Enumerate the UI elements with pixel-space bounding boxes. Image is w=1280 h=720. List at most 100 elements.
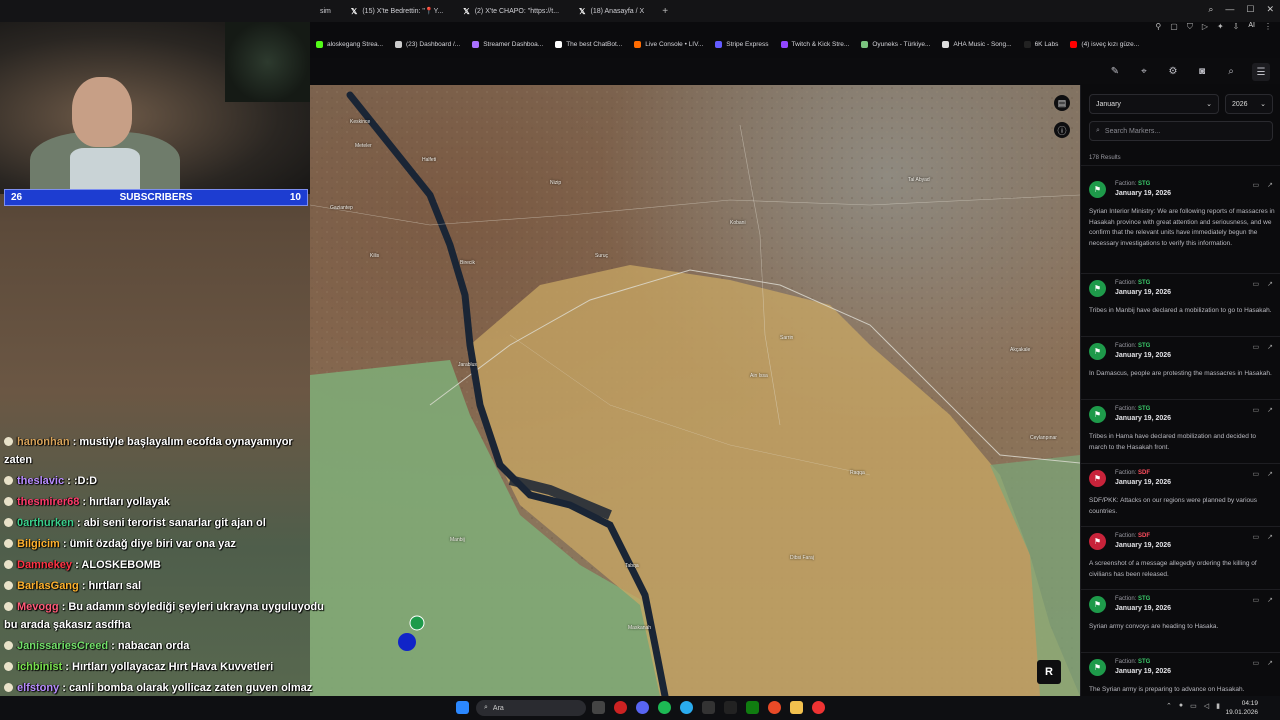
item-actions: ▭ ↗ bbox=[1253, 280, 1274, 288]
extension-icon[interactable]: ✦ bbox=[1217, 22, 1224, 32]
browser-tab[interactable]: sim bbox=[310, 0, 341, 22]
info-icon[interactable]: ⓘ bbox=[1054, 122, 1070, 138]
clock[interactable]: 04:19 19.01.2026 bbox=[1225, 699, 1258, 717]
volume-icon[interactable]: ◁ bbox=[1204, 702, 1209, 710]
year-select[interactable]: 2026 ⌄ bbox=[1225, 94, 1273, 114]
settings-icon[interactable]: ⚙ bbox=[1165, 63, 1181, 79]
marker-list-item[interactable]: ⚑ Faction: STG January 19, 2026 ▭ ↗ In Damasc… bbox=[1081, 337, 1280, 400]
app-icon[interactable] bbox=[702, 701, 715, 714]
download-icon[interactable]: ⇩ bbox=[1233, 22, 1240, 32]
xbox-icon[interactable] bbox=[746, 701, 759, 714]
month-select[interactable]: January ⌄ bbox=[1089, 94, 1219, 114]
map-place-label: Jarablus bbox=[458, 362, 477, 368]
recording-icon[interactable] bbox=[812, 701, 825, 714]
marker-date: January 19, 2026 bbox=[1115, 190, 1172, 197]
bookmark-item[interactable]: (23) Dashboard /... bbox=[395, 40, 460, 48]
bookmark-item[interactable]: Twitch & Kick Stre... bbox=[780, 40, 849, 48]
map-marker-selected[interactable] bbox=[398, 633, 416, 651]
minimize-icon[interactable]: — bbox=[1225, 4, 1234, 15]
external-link-icon[interactable]: ↗ bbox=[1267, 343, 1273, 351]
video-icon[interactable]: ▭ bbox=[1253, 470, 1260, 478]
search-icon[interactable]: ⌕ bbox=[1208, 4, 1213, 15]
windows-start-icon[interactable] bbox=[456, 701, 469, 714]
reset-map-button[interactable]: R bbox=[1037, 660, 1061, 684]
marker-list-item[interactable]: ⚑ Faction: STG January 19, 2026 ▭ ↗ Tribes in… bbox=[1081, 274, 1280, 337]
external-link-icon[interactable]: ↗ bbox=[1267, 596, 1273, 604]
video-icon[interactable]: ▭ bbox=[1253, 533, 1260, 541]
bookmark-item[interactable]: aloskegang Strea... bbox=[316, 40, 383, 48]
chrome-icon[interactable] bbox=[768, 701, 781, 714]
search-icon[interactable]: ⌕ bbox=[1223, 63, 1239, 79]
discord-icon[interactable] bbox=[636, 701, 649, 714]
bookmark-item[interactable]: Stripe Express bbox=[715, 40, 769, 48]
chat-message: Damnekey : ALOSKEBOMB bbox=[4, 559, 161, 571]
map-view[interactable]: ▤ ⓘ R Keskince Meteler Halfeti Birecik Suruç… bbox=[310, 85, 1080, 696]
map-book-icon[interactable]: ▤ bbox=[1054, 95, 1070, 111]
chevron-up-icon[interactable]: ⌃ bbox=[1166, 702, 1172, 710]
video-icon[interactable]: ▭ bbox=[1253, 280, 1260, 288]
marker-list-item[interactable]: ⚑ Faction: SDF January 19, 2026 ▭ ↗ A screens… bbox=[1081, 527, 1280, 590]
ai-button[interactable]: AI bbox=[1248, 22, 1255, 32]
shield-icon[interactable]: ⛉ bbox=[1187, 22, 1193, 32]
bookmark-item[interactable]: The best ChatBot... bbox=[555, 40, 622, 48]
more-icon[interactable]: ⋮ bbox=[1264, 22, 1272, 32]
new-tab-button[interactable]: + bbox=[654, 6, 676, 17]
marker-search[interactable]: ⌕ Search Markers... bbox=[1089, 121, 1273, 141]
task-view-icon[interactable] bbox=[592, 701, 605, 714]
camera-icon[interactable]: ◙ bbox=[1194, 63, 1210, 79]
external-link-icon[interactable]: ↗ bbox=[1267, 280, 1273, 288]
draw-icon[interactable]: ✎ bbox=[1107, 63, 1123, 79]
video-icon[interactable]: ▭ bbox=[1253, 659, 1260, 667]
pin-icon[interactable]: ⚲ bbox=[1155, 22, 1161, 32]
video-icon[interactable]: ▭ bbox=[1253, 343, 1260, 351]
external-link-icon[interactable]: ↗ bbox=[1267, 406, 1273, 414]
bookmark-item[interactable]: 6K Labs bbox=[1023, 40, 1058, 48]
telegram-icon[interactable] bbox=[680, 701, 693, 714]
item-actions: ▭ ↗ bbox=[1253, 406, 1274, 414]
browser-tab[interactable]: 𝕏 (2) X'te CHAPO: "https://t... bbox=[453, 0, 569, 22]
bookmark-icon[interactable]: ▢ bbox=[1170, 22, 1178, 32]
bookmark-item[interactable]: (4) isveç kızı güze... bbox=[1070, 40, 1139, 48]
maximize-icon[interactable]: ☐ bbox=[1246, 4, 1254, 15]
external-link-icon[interactable]: ↗ bbox=[1267, 659, 1273, 667]
battery-icon[interactable]: ▮ bbox=[1216, 702, 1220, 710]
marker-list-item[interactable]: ⚑ Faction: STG January 19, 2026 ▭ ↗ Syrian ar… bbox=[1081, 590, 1280, 653]
bookmark-favicon-icon bbox=[780, 40, 788, 48]
faction-line: Faction: STG bbox=[1115, 343, 1150, 349]
faction-line: Faction: STG bbox=[1115, 659, 1150, 665]
marker-list-item[interactable]: ⚑ Faction: SDF January 19, 2026 ▭ ↗ SDF/PKK: … bbox=[1081, 464, 1280, 527]
microphone-icon[interactable]: ● bbox=[1179, 702, 1183, 710]
map-place-label: Sarrin bbox=[780, 335, 794, 341]
bookmark-item[interactable]: Oyuneks - Türkiye... bbox=[861, 40, 930, 48]
bookmark-item[interactable]: Live Console • LIV... bbox=[634, 40, 703, 48]
taskbar-search[interactable]: ⌕ Ara bbox=[476, 700, 586, 716]
close-icon[interactable]: ✕ bbox=[1266, 4, 1274, 15]
bookmark-item[interactable]: AHA Music - Song... bbox=[942, 40, 1012, 48]
opera-icon[interactable] bbox=[614, 701, 627, 714]
chat-badge-icon bbox=[4, 683, 13, 692]
bookmark-item[interactable]: Streamer Dashboa... bbox=[472, 40, 543, 48]
app-icon[interactable] bbox=[724, 701, 737, 714]
browser-tab[interactable]: 𝕏 (18) Anasayfa / X bbox=[569, 0, 654, 22]
marker-list-item[interactable]: ⚑ Faction: STG January 19, 2026 ▭ ↗ Syrian In… bbox=[1081, 175, 1280, 274]
video-icon[interactable]: ▭ bbox=[1253, 181, 1260, 189]
video-icon[interactable]: ▭ bbox=[1253, 596, 1260, 604]
network-icon[interactable]: ▭ bbox=[1190, 702, 1197, 710]
external-link-icon[interactable]: ↗ bbox=[1267, 533, 1273, 541]
external-link-icon[interactable]: ↗ bbox=[1267, 470, 1273, 478]
x-logo-icon: 𝕏 bbox=[463, 6, 470, 16]
map-place-label: Tal Abyad bbox=[908, 177, 930, 183]
markers-panel: January ⌄ 2026 ⌄ ⌕ Search Markers... 178… bbox=[1080, 85, 1280, 696]
play-icon[interactable]: ▷ bbox=[1202, 22, 1208, 32]
menu-icon[interactable]: ☰ bbox=[1252, 63, 1270, 81]
external-link-icon[interactable]: ↗ bbox=[1267, 181, 1273, 189]
folder-icon[interactable] bbox=[790, 701, 803, 714]
spotify-icon[interactable] bbox=[658, 701, 671, 714]
browser-tab[interactable]: 𝕏 (15) X'te Bedrettin: "📍Y... bbox=[341, 0, 453, 22]
bookmark-favicon-icon bbox=[472, 40, 480, 48]
marker-list-item[interactable]: ⚑ Faction: STG January 19, 2026 ▭ ↗ Tribes in… bbox=[1081, 400, 1280, 464]
location-pin-icon[interactable]: ⌖ bbox=[1136, 63, 1152, 79]
marker-list-item[interactable]: ⚑ Faction: STG January 19, 2026 ▭ ↗ The Syria… bbox=[1081, 653, 1280, 696]
video-icon[interactable]: ▭ bbox=[1253, 406, 1260, 414]
map-marker-stg[interactable] bbox=[409, 615, 425, 631]
